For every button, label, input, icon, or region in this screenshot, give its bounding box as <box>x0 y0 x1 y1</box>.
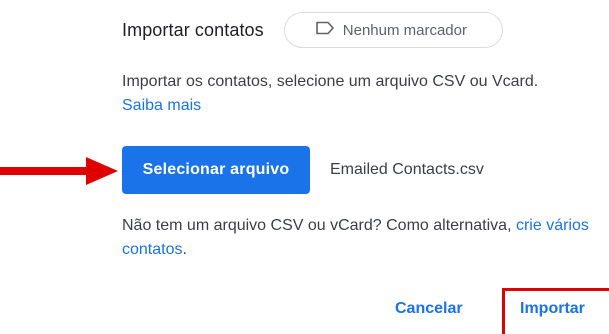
title-row: Importar contatos Nenhum marcador <box>122 12 503 48</box>
alt-suffix: . <box>182 241 187 258</box>
label-chip[interactable]: Nenhum marcador <box>283 12 503 48</box>
cancel-button[interactable]: Cancelar <box>395 300 463 318</box>
alternative-text: Não tem um arquivo CSV ou vCard? Como al… <box>122 214 592 262</box>
description-text: Importar os contatos, selecione um arqui… <box>122 73 539 90</box>
select-file-button[interactable]: Selecionar arquivo <box>122 146 310 194</box>
alt-text: Não tem um arquivo CSV ou vCard? Como al… <box>122 217 512 234</box>
selected-file-name: Emailed Contacts.csv <box>330 161 484 178</box>
import-description: Importar os contatos, selecione um arqui… <box>122 70 592 118</box>
label-chip-text: Nenhum marcador <box>342 21 467 39</box>
import-button[interactable]: Importar <box>520 300 585 318</box>
dialog-title: Importar contatos <box>122 19 264 40</box>
learn-more-link[interactable]: Saiba mais <box>122 97 201 114</box>
file-row: Selecionar arquivo Emailed Contacts.csv <box>122 146 484 194</box>
import-contacts-dialog: Importar contatos Nenhum marcador Import… <box>0 0 609 334</box>
dialog-actions: Cancelar Importar <box>0 288 609 334</box>
label-outline-icon <box>315 21 343 39</box>
red-arrow-annotation <box>0 156 122 191</box>
